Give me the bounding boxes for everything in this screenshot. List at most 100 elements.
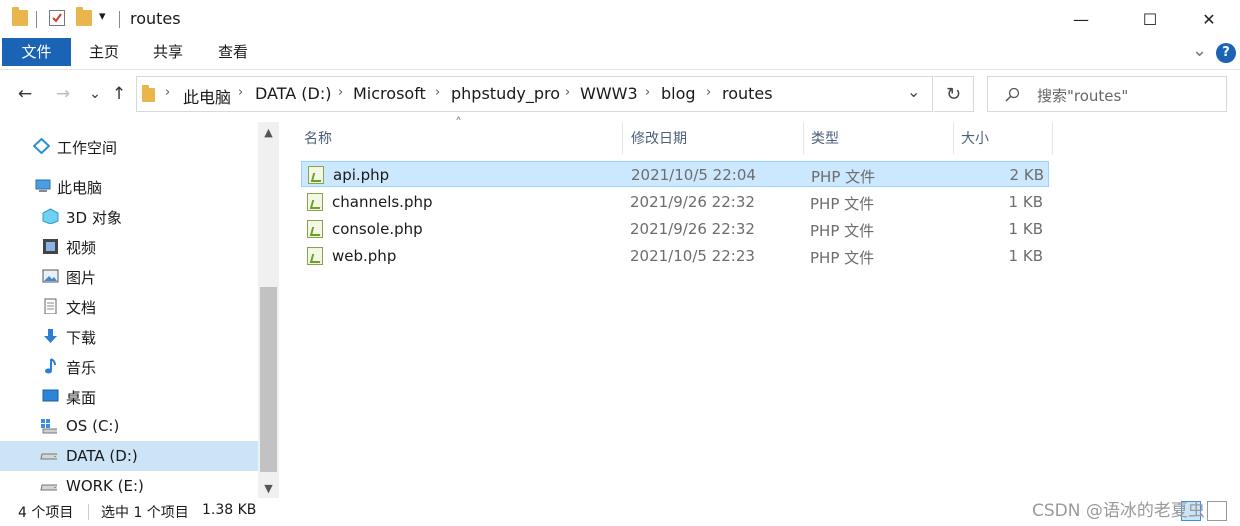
video-icon <box>43 239 58 254</box>
sidebar-scrollbar[interactable]: ▲ ▼ <box>258 122 279 498</box>
tab-view[interactable]: 查看 <box>209 38 257 66</box>
sidebar-item-label: 3D 对象 <box>66 209 122 227</box>
file-name[interactable]: web.php <box>332 247 396 265</box>
scroll-up-button[interactable]: ▲ <box>258 122 279 142</box>
sidebar-item-label: WORK (E:) <box>66 477 144 495</box>
search-box[interactable]: 搜索"routes" <box>987 76 1227 112</box>
search-icon <box>1005 87 1020 102</box>
breadcrumb-separator[interactable]: › <box>565 85 570 100</box>
drive-icon <box>40 484 57 491</box>
ribbon-tabs: 文件 主页 共享 查看 ⌄ ? <box>0 38 1240 69</box>
up-button[interactable]: ↑ <box>108 82 130 106</box>
help-icon[interactable]: ? <box>1216 43 1236 63</box>
php-file-icon <box>307 247 323 265</box>
breadcrumb-data-d[interactable]: DATA (D:) <box>255 84 332 103</box>
large-icons-view-icon[interactable] <box>1207 501 1227 521</box>
title-bar: ▾ routes — ☐ ✕ <box>0 0 1240 38</box>
php-file-icon <box>307 220 323 238</box>
file-date: 2021/9/26 22:32 <box>630 220 755 238</box>
sidebar-item-music[interactable]: 音乐 <box>0 352 258 380</box>
file-list: ˄ 名称 修改日期 类型 大小 api.php 2021/10/5 22:04 … <box>282 116 1240 498</box>
pictures-icon <box>42 269 59 283</box>
back-button[interactable]: ← <box>14 82 36 106</box>
breadcrumb-separator[interactable]: › <box>706 85 711 100</box>
scroll-thumb[interactable] <box>260 287 277 472</box>
recent-locations-button[interactable]: ⌄ <box>84 82 106 106</box>
3d-objects-icon <box>42 208 59 224</box>
column-header-type[interactable]: 类型 <box>811 128 839 148</box>
breadcrumb-microsoft[interactable]: Microsoft <box>353 84 426 103</box>
forward-button[interactable]: → <box>52 82 74 106</box>
sidebar-item-downloads[interactable]: 下载 <box>0 322 258 350</box>
sidebar-item-3d-objects[interactable]: 3D 对象 <box>0 202 258 230</box>
selection-count: 选中 1 个项目 <box>101 505 189 521</box>
sidebar-item-pictures[interactable]: 图片 <box>0 262 258 290</box>
sidebar-item-video[interactable]: 视频 <box>0 232 258 260</box>
table-row[interactable]: web.php 2021/10/5 22:23 PHP 文件 1 KB <box>301 243 1049 269</box>
column-divider[interactable] <box>953 122 954 154</box>
breadcrumb-separator[interactable]: › <box>165 85 170 100</box>
file-name[interactable]: api.php <box>333 166 389 184</box>
breadcrumb-blog[interactable]: blog <box>661 84 696 103</box>
php-file-icon <box>308 166 324 184</box>
table-row[interactable]: console.php 2021/9/26 22:32 PHP 文件 1 KB <box>301 216 1049 242</box>
breadcrumb-this-pc[interactable]: 此电脑 <box>183 84 231 108</box>
properties-icon[interactable] <box>49 10 65 26</box>
tab-file[interactable]: 文件 <box>2 38 71 66</box>
separator <box>119 11 120 28</box>
tab-home[interactable]: 主页 <box>80 38 128 66</box>
column-divider[interactable] <box>1052 122 1053 154</box>
sidebar-item-desktop[interactable]: 桌面 <box>0 382 258 410</box>
search-input[interactable]: 搜索"routes" <box>1037 85 1128 106</box>
breadcrumb-separator[interactable]: › <box>238 85 243 100</box>
tab-share[interactable]: 共享 <box>144 38 192 66</box>
file-size: 2 KB <box>1009 166 1044 184</box>
customize-quick-access-icon[interactable]: ▾ <box>99 9 106 24</box>
column-header-size[interactable]: 大小 <box>961 128 989 148</box>
sidebar-item-work-e[interactable]: WORK (E:) <box>0 472 258 498</box>
file-type: PHP 文件 <box>810 195 875 213</box>
scroll-down-button[interactable]: ▼ <box>258 478 279 498</box>
file-date: 2021/10/5 22:23 <box>630 247 755 265</box>
php-file-icon <box>307 193 323 211</box>
file-type: PHP 文件 <box>810 249 875 267</box>
sidebar-item-label: DATA (D:) <box>66 447 138 465</box>
column-header-date[interactable]: 修改日期 <box>631 128 687 148</box>
sidebar-item-label: 音乐 <box>66 359 97 377</box>
new-folder-icon[interactable] <box>76 7 92 26</box>
column-divider[interactable] <box>803 122 804 154</box>
breadcrumb-separator[interactable]: › <box>645 85 650 100</box>
breadcrumb-separator[interactable]: › <box>435 85 440 100</box>
sidebar-item-label: OS (C:) <box>66 417 120 435</box>
breadcrumb-separator[interactable]: › <box>338 85 343 100</box>
file-name[interactable]: channels.php <box>332 193 433 211</box>
column-header-name[interactable]: 名称 <box>304 128 332 148</box>
refresh-button[interactable]: ↻ <box>934 76 974 112</box>
sidebar-item-workspace[interactable]: 工作空间 <box>0 132 258 160</box>
breadcrumb-routes[interactable]: routes <box>722 84 773 103</box>
sidebar-item-documents[interactable]: 文档 <box>0 292 258 320</box>
separator <box>36 11 37 28</box>
sidebar-item-data-d[interactable]: DATA (D:) <box>0 441 258 471</box>
sidebar-item-os-c[interactable]: OS (C:) <box>0 412 258 440</box>
sidebar-item-label: 下载 <box>66 329 97 347</box>
table-row[interactable]: api.php 2021/10/5 22:04 PHP 文件 2 KB <box>301 161 1049 187</box>
column-divider[interactable] <box>622 122 623 154</box>
address-dropdown-icon[interactable]: ⌄ <box>907 82 920 101</box>
maximize-button[interactable]: ☐ <box>1127 0 1173 38</box>
breadcrumb-phpstudy-pro[interactable]: phpstudy_pro <box>451 84 560 103</box>
breadcrumb-www3[interactable]: WWW3 <box>580 84 638 103</box>
separator <box>88 504 89 520</box>
drive-icon <box>40 453 57 460</box>
file-name[interactable]: console.php <box>332 220 423 238</box>
minimize-button[interactable]: — <box>1058 0 1104 38</box>
file-type: PHP 文件 <box>810 222 875 240</box>
address-bar[interactable]: › 此电脑 › DATA (D:) › Microsoft › phpstudy… <box>136 76 933 112</box>
expand-ribbon-icon[interactable]: ⌄ <box>1192 40 1207 61</box>
folder-icon <box>142 85 155 102</box>
table-row[interactable]: channels.php 2021/9/26 22:32 PHP 文件 1 KB <box>301 189 1049 215</box>
folder-icon <box>12 7 28 26</box>
close-button[interactable]: ✕ <box>1186 0 1232 38</box>
sidebar-item-this-pc[interactable]: 此电脑 <box>0 172 258 200</box>
sidebar-item-label: 工作空间 <box>57 139 118 157</box>
